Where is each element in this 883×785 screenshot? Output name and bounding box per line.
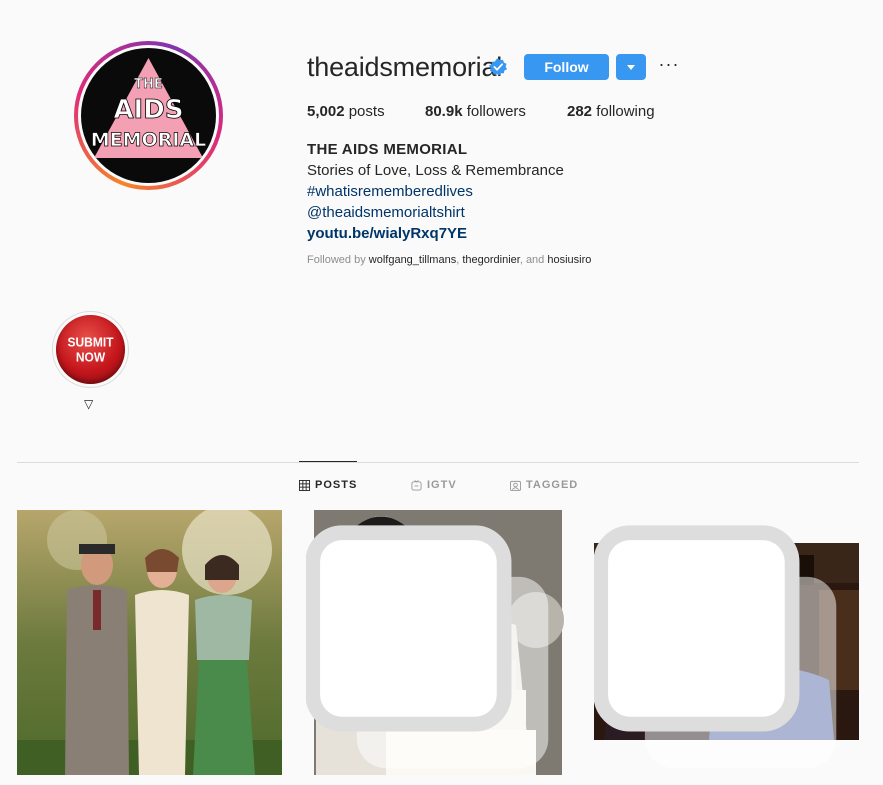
follow-button[interactable]: Follow: [524, 54, 609, 80]
grid-icon: [299, 479, 310, 491]
more-horizontal-icon: ···: [658, 54, 680, 74]
tab-igtv-label: IGTV: [427, 479, 457, 491]
profile-full-name: THE AIDS MEMORIAL: [307, 141, 468, 158]
logo-text-aids: AIDS: [113, 95, 183, 125]
followed-by-prefix: Followed by: [307, 254, 369, 266]
avatar: THE AIDS MEMORIAL: [81, 48, 216, 183]
following-count-label: following: [592, 103, 655, 120]
highlight-label: ▽: [84, 397, 94, 411]
avatar-border: THE AIDS MEMORIAL: [78, 45, 219, 186]
posts-count: 5,002 posts: [307, 103, 385, 120]
active-tab-indicator: [299, 461, 357, 462]
post-thumbnail[interactable]: [17, 510, 282, 775]
multiple-photos-icon: [594, 525, 837, 769]
bio-external-link[interactable]: youtu.be/wialyRxq7YE: [307, 223, 564, 244]
story-highlight-submit-now[interactable]: SUBMIT NOW: [52, 311, 129, 388]
highlight-cover: SUBMIT NOW: [56, 315, 125, 384]
posts-count-label: posts: [344, 103, 385, 120]
following-count-value: 282: [567, 103, 593, 120]
more-options-button[interactable]: ···: [657, 52, 681, 76]
bio-mention-link[interactable]: @theaidsmemorialtshirt: [307, 202, 564, 223]
profile-tagline: Stories of Love, Loss & Remembrance: [307, 162, 564, 179]
highlight-cover-text-line2: NOW: [75, 348, 106, 365]
post-thumbnail[interactable]: [594, 510, 859, 775]
tab-tagged[interactable]: TAGGED: [510, 479, 578, 491]
tabs-divider: [17, 462, 859, 463]
tab-posts-label: POSTS: [315, 479, 358, 491]
following-count[interactable]: 282 following: [567, 103, 655, 120]
profile-username: theaidsmemorial: [307, 52, 503, 82]
bio-hashtag-link[interactable]: #whatisrememberedlives: [307, 181, 564, 202]
multiple-photos-icon: [306, 525, 549, 769]
followed-by-user[interactable]: thegordinier: [462, 254, 520, 266]
followed-by-user[interactable]: hosiusiro: [547, 254, 591, 266]
followers-count[interactable]: 80.9k followers: [425, 103, 526, 120]
suggested-dropdown-button[interactable]: [616, 54, 646, 80]
profile-bio: THE AIDS MEMORIAL Stories of Love, Loss …: [307, 139, 564, 244]
followed-by[interactable]: Followed by wolfgang_tillmans, thegordin…: [307, 254, 591, 266]
logo-text-the: THE: [134, 77, 163, 92]
verified-badge-icon: [489, 58, 507, 76]
igtv-icon: [411, 479, 422, 491]
aids-memorial-logo: THE AIDS MEMORIAL: [90, 58, 207, 158]
profile-avatar-ring[interactable]: THE AIDS MEMORIAL: [74, 41, 223, 190]
posts-count-value: 5,002: [307, 103, 345, 120]
post-thumbnail[interactable]: [306, 510, 571, 775]
tab-tagged-label: TAGGED: [526, 479, 579, 491]
logo-text-memorial: MEMORIAL: [91, 129, 206, 151]
post-photo-family-outdoors: [17, 510, 282, 775]
followers-count-label: followers: [462, 103, 526, 120]
followed-by-user[interactable]: wolfgang_tillmans: [369, 254, 456, 266]
tab-posts[interactable]: POSTS: [299, 479, 357, 491]
followed-by-separator: , and: [519, 254, 548, 266]
highlight-cover-text-line1: SUBMIT: [67, 333, 114, 350]
tagged-icon: [510, 480, 521, 491]
tab-igtv[interactable]: IGTV: [411, 479, 457, 491]
followers-count-value: 80.9k: [425, 103, 463, 120]
